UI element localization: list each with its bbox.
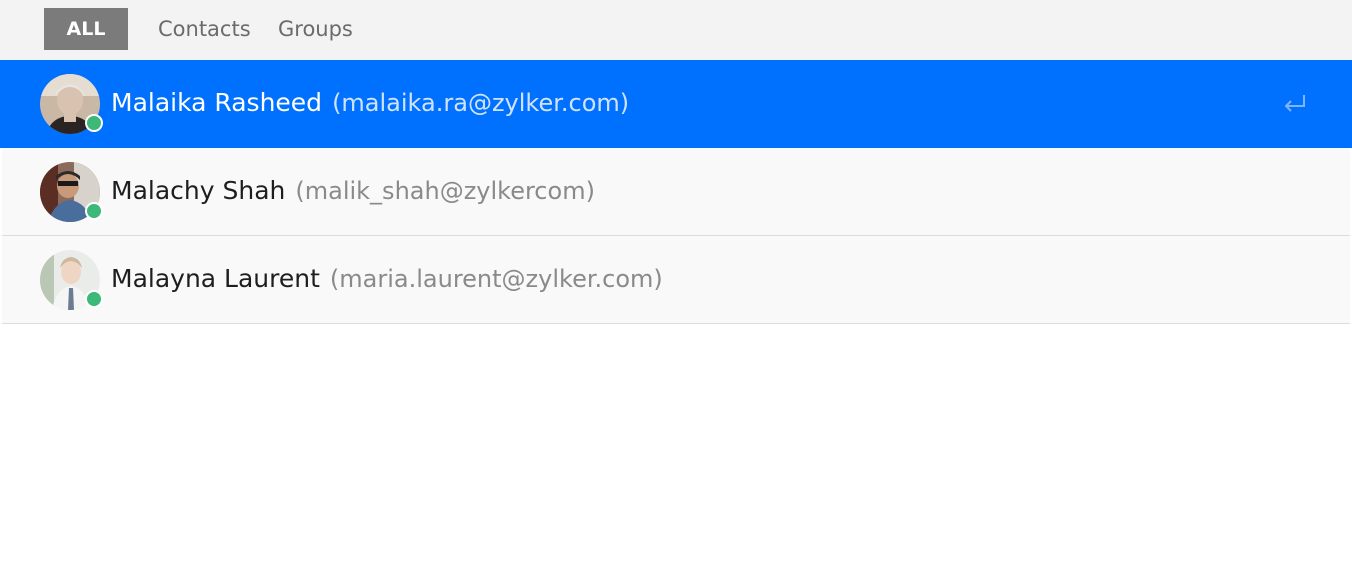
contact-email: (malik_shah@zylkercom) [295, 177, 595, 205]
contact-name: Malaika Rasheed (malaika.ra@zylker.com) [111, 88, 629, 117]
tab-contacts[interactable]: Contacts [158, 8, 251, 50]
contact-email: (malaika.ra@zylker.com) [332, 89, 630, 117]
contact-name: Malachy Shah (malik_shah@zylkercom) [111, 176, 595, 205]
contact-row-malaika-rasheed[interactable]: Malaika Rasheed (malaika.ra@zylker.com) [0, 60, 1352, 148]
contact-row-malachy-shah[interactable]: Malachy Shah (malik_shah@zylkercom) [2, 148, 1350, 236]
online-status-indicator [85, 202, 103, 220]
filter-tab-bar: ALL Contacts Groups [0, 0, 1352, 60]
enter-return-icon[interactable] [1280, 90, 1308, 118]
tab-all[interactable]: ALL [44, 8, 128, 50]
contact-name-text: Malaika Rasheed [111, 88, 323, 117]
contact-email: (maria.laurent@zylker.com) [329, 265, 663, 293]
contact-name: Malayna Laurent (maria.laurent@zylker.com… [111, 264, 663, 293]
tab-groups[interactable]: Groups [278, 8, 353, 50]
contact-name-text: Malachy Shah [111, 176, 286, 205]
contact-name-text: Malayna Laurent [111, 264, 320, 293]
online-status-indicator [85, 290, 103, 308]
online-status-indicator [85, 114, 103, 132]
contact-row-malayna-laurent[interactable]: Malayna Laurent (maria.laurent@zylker.com… [2, 236, 1350, 324]
contact-suggestion-list: Malaika Rasheed (malaika.ra@zylker.com) M… [0, 60, 1352, 324]
